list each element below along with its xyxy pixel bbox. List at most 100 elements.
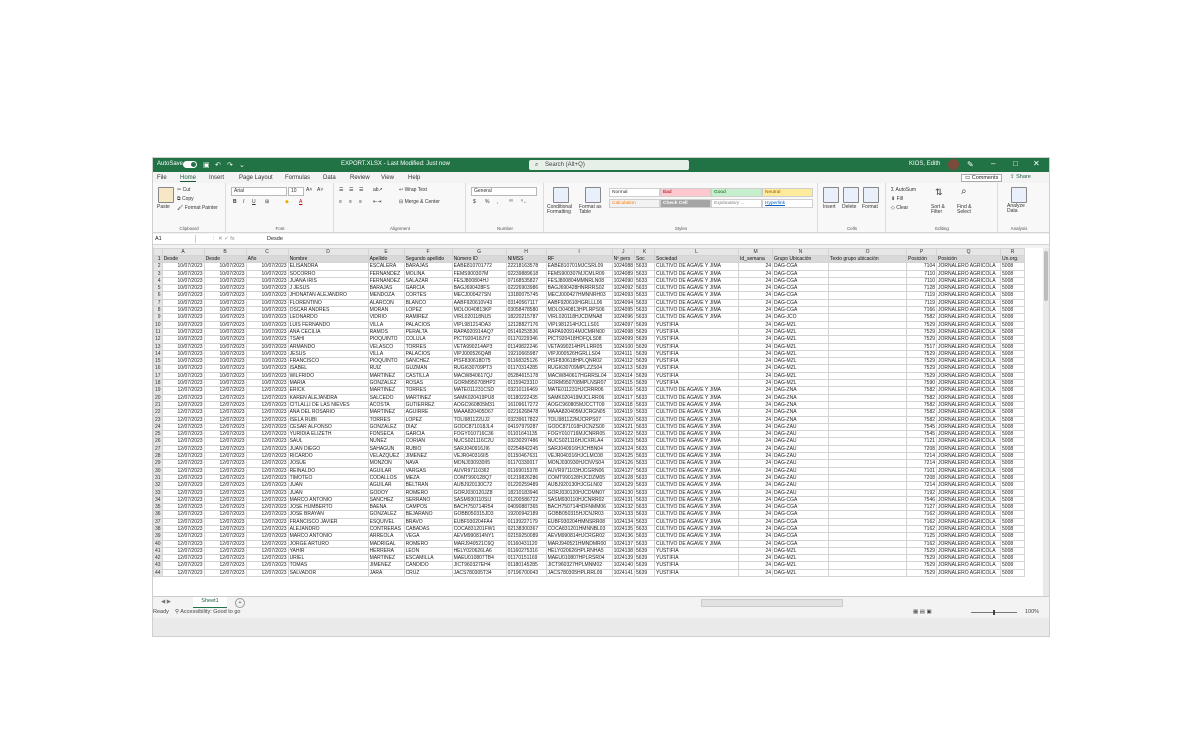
row-number[interactable]: 15	[153, 357, 163, 366]
cell[interactable]	[828, 306, 908, 315]
cell[interactable]: PIOQUINTO	[367, 335, 405, 344]
cell[interactable]: 10/07/2023	[161, 327, 205, 337]
find-select-icon[interactable]: ⌕	[961, 186, 967, 197]
find-select-button[interactable]: Find & Select	[957, 205, 979, 215]
cell[interactable]: 12/07/2023	[161, 473, 205, 483]
cell[interactable]: 18210183946	[505, 488, 547, 497]
cell[interactable]: 24	[738, 422, 774, 432]
cell[interactable]: RAMIREZ	[403, 313, 453, 322]
cell[interactable]: 12/07/2023	[161, 546, 205, 556]
cell[interactable]: 10/07/2023	[245, 262, 289, 271]
cell[interactable]: 12/07/2023	[203, 459, 247, 468]
style-good[interactable]: Good	[711, 188, 762, 197]
cell[interactable]: 5633	[634, 291, 656, 300]
fill-button[interactable]: ⬇ Fill	[891, 196, 903, 202]
cell[interactable]: 24	[738, 415, 774, 424]
cell[interactable]	[828, 276, 908, 286]
cell[interactable]: AOGC960805M31	[451, 400, 507, 410]
cell[interactable]: 12/07/2023	[203, 539, 247, 548]
cell[interactable]: JOSE HUMBERTO	[287, 503, 369, 512]
cell[interactable]: 12/07/2023	[161, 444, 205, 454]
cell[interactable]	[828, 313, 908, 322]
cell[interactable]: 12/07/2023	[203, 517, 247, 527]
cell[interactable]: 5633	[634, 517, 656, 527]
formula-input[interactable]: Desde	[267, 235, 283, 243]
row-number[interactable]: 38	[153, 524, 163, 534]
style-explanatory[interactable]: Explanatory ...	[711, 199, 762, 208]
cell[interactable]: 5008	[1000, 481, 1026, 490]
cell[interactable]: 7517	[906, 342, 938, 351]
add-sheet-button[interactable]: +	[235, 598, 245, 608]
cell[interactable]: 7590	[906, 379, 938, 388]
cell[interactable]: JORNALERO AGRICOLA	[936, 430, 1002, 439]
cell[interactable]: EABE810701MJCSRL09	[545, 262, 613, 271]
cell[interactable]: 12/07/2023	[203, 422, 247, 432]
cell[interactable]: LOPEZ	[403, 306, 453, 315]
cell[interactable]: GOBB050315JD3	[451, 510, 507, 519]
cell[interactable]: 10/07/2023	[203, 364, 247, 373]
cell[interactable]: PIOQUINTO	[367, 357, 405, 366]
cell[interactable]: 1024112	[611, 357, 636, 366]
cell[interactable]	[828, 327, 908, 337]
cell[interactable]: KAREN ALEJANDRA	[287, 393, 369, 402]
cell[interactable]: 10/07/2023	[161, 379, 205, 388]
cell[interactable]: MARCO ANTONIO	[287, 495, 369, 505]
cell[interactable]: LOPEZ	[403, 415, 453, 424]
cell[interactable]: 12128827176	[505, 320, 547, 329]
row-number[interactable]: 44	[153, 568, 163, 578]
style-normal[interactable]: Normal	[609, 188, 660, 197]
cell[interactable]	[828, 291, 908, 300]
cell[interactable]	[828, 473, 908, 483]
cell[interactable]: VIRL020118NU5	[451, 313, 507, 322]
cell[interactable]	[828, 262, 908, 271]
cell[interactable]: HELY020626HPLRNHA5	[545, 546, 613, 556]
cell[interactable]: 10/07/2023	[161, 284, 205, 293]
cell[interactable]: 5008	[1000, 342, 1026, 351]
cell[interactable]: AABF920610V43	[451, 298, 507, 308]
cell[interactable]: MARTINEZ	[367, 386, 405, 395]
cell[interactable]: PICT920418HDFQLS08	[545, 335, 613, 344]
cell[interactable]: JORNALERO AGRICOLA	[936, 357, 1002, 366]
cell[interactable]: BARAJAS	[403, 262, 453, 271]
cell[interactable]: 12/07/2023	[245, 437, 289, 446]
cell[interactable]: 12/07/2023	[245, 444, 289, 454]
cell[interactable]: 02138300367	[505, 524, 547, 534]
cell[interactable]: AUBJ920130HJCGLN02	[545, 481, 613, 490]
cell[interactable]: JACS780305HPLRRL09	[545, 568, 613, 578]
cell[interactable]: JORNALERO AGRICOLA	[936, 298, 1002, 308]
cell[interactable]: 12/07/2023	[203, 408, 247, 417]
user-name[interactable]: KIOS, Edith	[909, 161, 940, 167]
cell[interactable]: 02254842245	[505, 444, 547, 454]
cell[interactable]: 5008	[1000, 451, 1026, 461]
cell[interactable]: JORNALERO AGRICOLA	[936, 561, 1002, 570]
cell[interactable]: 7162	[906, 517, 938, 527]
cell[interactable]: JIMENEZ	[367, 561, 405, 570]
header-cell[interactable]: Apellido	[367, 254, 405, 264]
cell[interactable]: SAUL	[287, 437, 369, 446]
cell[interactable]: 5633	[634, 284, 656, 293]
cell[interactable]: SAMK020419MJCLRR06	[545, 393, 613, 402]
cell[interactable]: CANDIDO	[403, 561, 453, 570]
cell[interactable]: 5008	[1000, 313, 1026, 322]
cell[interactable]: RAMOS	[367, 327, 405, 337]
cell[interactable]: 1024131	[611, 495, 636, 505]
format-cells-button[interactable]: Format	[862, 204, 878, 210]
cell[interactable]: AGUILAR	[367, 466, 405, 475]
font-color-icon[interactable]: A	[299, 199, 302, 205]
cell[interactable]: JORNALERO AGRICOLA	[936, 313, 1002, 322]
cell[interactable]	[828, 349, 908, 359]
cell[interactable]: 12/07/2023	[245, 488, 289, 497]
cell[interactable]: 24	[738, 379, 774, 388]
cell[interactable]: 01200586722	[505, 495, 547, 505]
cell[interactable]: JORNALERO AGRICOLA	[936, 422, 1002, 432]
increase-decimal-icon[interactable]: ⁰⁰	[509, 199, 513, 205]
row-number[interactable]: 34	[153, 495, 163, 505]
cell[interactable]	[828, 561, 908, 570]
cell[interactable]: BRAVO	[403, 517, 453, 527]
cell[interactable]: 12/07/2023	[161, 554, 205, 563]
cell[interactable]: 10/07/2023	[245, 269, 289, 278]
cell[interactable]: MORAN	[367, 306, 405, 315]
cell[interactable]: 02216268478	[505, 408, 547, 417]
cell[interactable]: 10/07/2023	[245, 327, 289, 337]
cell[interactable]: CULTIVO DE AGAVE Y JIMA	[654, 313, 740, 322]
